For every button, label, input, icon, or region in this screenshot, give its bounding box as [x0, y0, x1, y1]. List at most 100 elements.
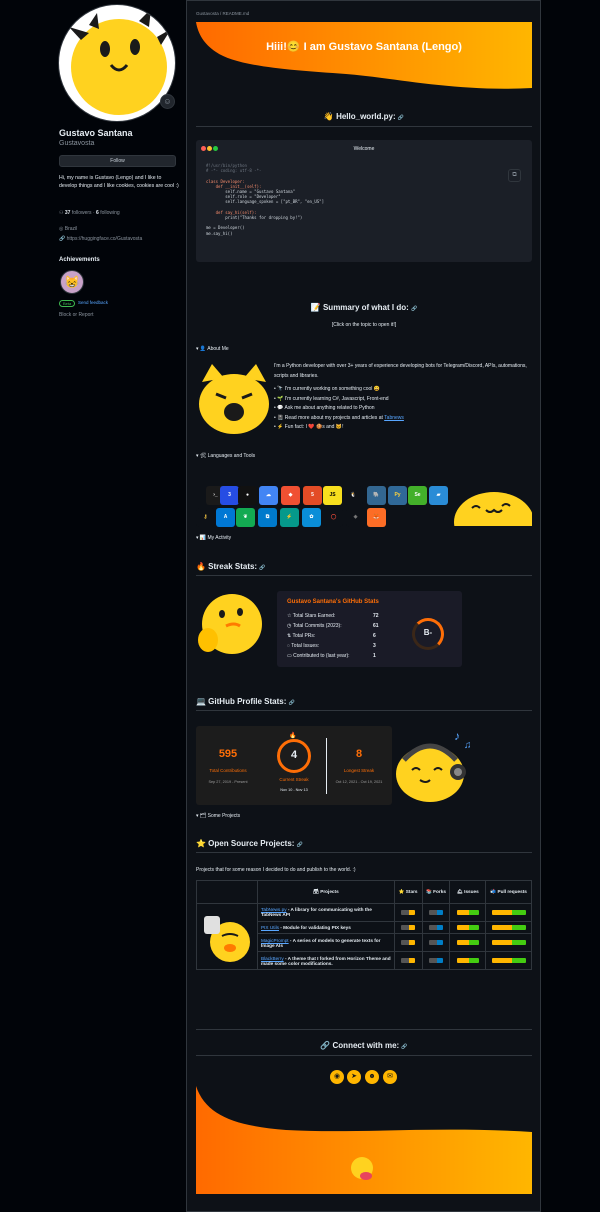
issues-badge	[449, 920, 487, 935]
pull-request-icon: ⇅	[287, 633, 292, 639]
location: ◎ Brazil	[59, 226, 77, 232]
anchor-link-icon[interactable]: 🔗	[289, 700, 295, 706]
languages-toggle[interactable]: ▾ 🛠 Languages and Tools	[196, 453, 255, 459]
code-window-title: Welcome	[353, 146, 375, 152]
project-cell: PIX Utils - Module for validating PIX ke…	[257, 920, 395, 935]
follow-counts: ⚇ 37 followers · 6 following	[59, 210, 120, 216]
email-icon[interactable]: ✉	[383, 1070, 397, 1084]
about-me-toggle[interactable]: ▾ 👤 About Me	[196, 346, 229, 352]
people-icon: ⚇	[59, 210, 64, 216]
anchor-link-icon[interactable]: 🔗	[401, 1044, 407, 1050]
breadcrumb[interactable]: Gustavosta / README.md	[196, 11, 249, 16]
tailwind-icon: ▰	[429, 486, 448, 505]
telegram-icon[interactable]: ➤	[347, 1070, 361, 1084]
total-contributions-label: Total Contributions	[209, 768, 247, 773]
list-item: • ⚡ Fun fact: I ❤️ 🍪s and 🐱!	[274, 424, 344, 430]
forks-badge	[421, 933, 451, 953]
list-item: • 🌱 I'm currently learning C#, Javascrip…	[274, 395, 389, 402]
current-streak-label: Current Streak	[279, 777, 309, 782]
linux-icon: 🐧	[344, 486, 363, 505]
connect-heading: 🔗 Connect with me: 🔗	[320, 1041, 408, 1050]
postgresql-icon: 🐘	[367, 486, 386, 505]
profile-stats-heading: 💻 GitHub Profile Stats: 🔗	[196, 697, 295, 706]
anchor-link-icon[interactable]: 🔗	[297, 842, 303, 848]
follow-button[interactable]: Follow	[59, 155, 176, 167]
send-feedback-link[interactable]: Send feedback	[78, 300, 108, 305]
discord-icon[interactable]: ☻	[365, 1070, 379, 1084]
project-cell: MagicPrompt - A series of models to gene…	[257, 933, 395, 953]
stats-card-title: Gustavo Santana's GitHub Stats	[287, 599, 379, 605]
project-link[interactable]: PIX Utils	[261, 925, 279, 930]
stat-row: ▭ Contributed to (last year):	[287, 653, 350, 659]
about-me-list: I'm a Python developer with over 3+ year…	[274, 362, 532, 433]
stars-badge	[393, 933, 423, 953]
current-streak-value: 4	[290, 749, 298, 761]
footer-banner	[196, 1086, 532, 1194]
music-emoji-image: ♪♫	[396, 729, 472, 802]
fastapi-icon: ⚡	[280, 508, 299, 527]
summary-note: [Click on the topic to open it!]	[331, 322, 397, 328]
repo-icon: ▭	[287, 653, 292, 659]
key-icon: ⚷	[196, 508, 215, 527]
website[interactable]: 🔗 https://huggingface.co/Gustavosta	[59, 236, 142, 242]
rank-grade: B-	[423, 628, 433, 637]
github-icon[interactable]: ◉	[330, 1070, 344, 1084]
achievement-badge[interactable]: 😸	[60, 270, 84, 294]
block-report-link[interactable]: Block or Report	[59, 312, 93, 318]
location-text: Brazil	[64, 226, 78, 232]
website-link[interactable]: https://huggingface.co/Gustavosta	[67, 236, 143, 242]
elasticsearch-icon: ✿	[302, 508, 321, 527]
about-intro: I'm a Python developer with over 3+ year…	[274, 363, 527, 379]
avatar[interactable]	[58, 4, 176, 122]
thinking-emoji-image	[198, 594, 262, 654]
project-cell: TabNews.py - A library for communicating…	[257, 903, 395, 922]
copy-icon[interactable]: ⧉	[508, 169, 521, 182]
list-item: • 💬 Ask me about anything related to Pyt…	[274, 405, 375, 411]
svg-text:♪: ♪	[454, 729, 460, 743]
css3-icon: 3	[220, 486, 239, 505]
stat-value: 61	[373, 623, 379, 629]
status-emoji-button[interactable]: ☺	[160, 94, 175, 109]
table-header	[196, 880, 258, 904]
anchor-link-icon[interactable]: 🔗	[259, 565, 265, 571]
activity-toggle[interactable]: ▾ 📊 My Activity	[196, 535, 231, 541]
code-line: self.language_spoken = ["pt_BR", "en_US"…	[206, 199, 325, 205]
star-icon: ☆	[287, 613, 292, 619]
pull-requests-badge	[485, 903, 532, 922]
forks-badge	[421, 903, 451, 922]
issues-badge	[449, 951, 487, 970]
anchor-link-icon[interactable]: 🔗	[398, 115, 404, 121]
issue-icon: ◌	[287, 643, 290, 649]
divider	[196, 1029, 532, 1030]
javascript-icon: JS	[323, 486, 342, 505]
stat-value: 6	[373, 633, 376, 639]
followers-link[interactable]: 37 followers	[65, 210, 92, 216]
pull-requests-badge	[485, 920, 532, 935]
projects-toggle[interactable]: ▾ 🗂 Some Projects	[196, 813, 240, 819]
tabnews-link[interactable]: Tabnews	[384, 415, 404, 421]
table-header: 📬 Pull requests	[485, 880, 532, 904]
stars-badge	[393, 903, 423, 922]
table-header: 🛎 Issues	[449, 880, 487, 904]
unity-icon: ◈	[346, 508, 365, 527]
anchor-link-icon[interactable]: 🔗	[411, 306, 417, 312]
forks-badge	[421, 951, 451, 970]
stars-badge	[393, 920, 423, 935]
divider	[196, 710, 532, 711]
open-source-heading: ⭐ Open Source Projects: 🔗	[196, 839, 303, 848]
divider	[196, 575, 532, 576]
total-contributions-value: 595	[218, 748, 238, 760]
hello-heading: 👋 Hello_world.py: 🔗	[323, 112, 405, 121]
peeking-emoji-image	[454, 492, 532, 526]
html5-icon: 5	[303, 486, 322, 505]
profile-bio: Hi, my name is Gustavo (Lengo) and I lik…	[59, 175, 179, 189]
following-link[interactable]: 6 following	[96, 210, 120, 216]
pull-requests-badge	[485, 951, 532, 970]
forks-badge	[421, 920, 451, 935]
header-banner	[196, 22, 532, 89]
selenium-icon: Se	[408, 486, 427, 505]
stat-row: ◷ Total Commits (2023):	[287, 623, 342, 629]
code-line: me.say_hi()	[206, 230, 233, 236]
current-streak-range: Nov 10 - Nov 13	[280, 788, 308, 792]
divider	[196, 1055, 532, 1056]
